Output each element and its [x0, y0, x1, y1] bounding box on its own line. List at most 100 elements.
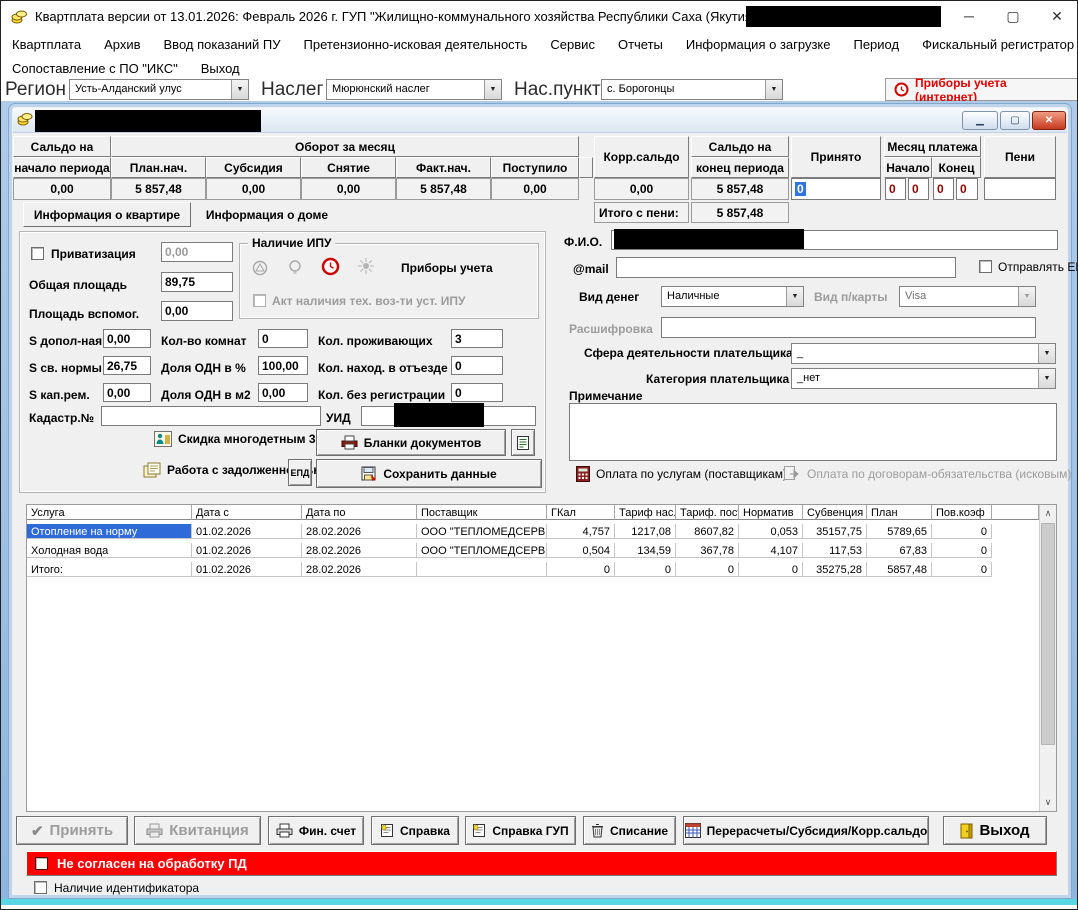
menu-meter-readings[interactable]: Ввод показаний ПУ: [164, 37, 281, 52]
s-caprem-input[interactable]: 0,00: [103, 383, 151, 402]
table-row-total[interactable]: Итого: 01.02.2026 28.02.2026 0 0 0 0 352…: [27, 562, 992, 577]
month-input-1[interactable]: 0: [885, 178, 906, 200]
cell-date-from[interactable]: 01.02.2026: [192, 524, 302, 539]
cell-coef[interactable]: 0: [932, 562, 992, 577]
payer-category-dropdown-icon[interactable]: ▼: [1038, 369, 1055, 388]
cell-gcal[interactable]: 4,757: [547, 524, 615, 539]
col-header-tariff-pop[interactable]: Тариф нас.: [615, 505, 676, 520]
peni-input[interactable]: [984, 178, 1056, 200]
tab-apartment-info[interactable]: Информация о квартире: [23, 202, 191, 227]
month-input-4[interactable]: 0: [956, 178, 978, 200]
menu-reports[interactable]: Отчеты: [618, 37, 663, 52]
discount-link[interactable]: Скидка многодетным 30%: [154, 431, 333, 447]
gauge-clock-icon[interactable]: [321, 257, 340, 276]
cell-tariff-pop[interactable]: 134,59: [615, 543, 676, 558]
document-blanks-button[interactable]: Бланки документов: [316, 429, 506, 456]
privatization-input[interactable]: 0,00: [161, 242, 233, 262]
small-document-button[interactable]: [511, 429, 535, 456]
send-epd-checkbox[interactable]: [979, 260, 992, 273]
table-row[interactable]: Отопление на норму 01.02.2026 28.02.2026…: [27, 524, 992, 539]
region-select[interactable]: Усть-Алданский улус ▼: [69, 79, 249, 100]
spravka-button[interactable]: Справка: [371, 816, 459, 845]
cell-gcal[interactable]: 0: [547, 562, 615, 577]
cell-tariff-sup[interactable]: 0: [676, 562, 739, 577]
scroll-down-icon[interactable]: ∨: [1040, 794, 1056, 811]
settlement-select[interactable]: с. Борогонцы ▼: [601, 79, 783, 100]
child-minimize-button[interactable]: ▁: [962, 111, 998, 130]
total-area-input[interactable]: 89,75: [161, 272, 233, 292]
month-input-3[interactable]: 0: [933, 178, 954, 200]
cell-plan[interactable]: 5857,48: [867, 562, 932, 577]
tab-house-info[interactable]: Информация о доме: [197, 202, 337, 227]
col-header-tariff-sup[interactable]: Тариф. пост: [676, 505, 739, 520]
exit-button[interactable]: Выход: [943, 816, 1047, 845]
cell-date-to[interactable]: 28.02.2026: [302, 543, 417, 558]
cell-supplier[interactable]: [417, 562, 547, 577]
cadastre-input[interactable]: [101, 406, 321, 426]
cell-tariff-pop[interactable]: 1217,08: [615, 524, 676, 539]
col-header-date-from[interactable]: Дата с: [192, 505, 302, 520]
fin-account-button[interactable]: Фин. счет: [268, 816, 364, 845]
col-header-supplier[interactable]: Поставщик: [417, 505, 547, 520]
col-header-normative[interactable]: Норматив: [739, 505, 803, 520]
table-scrollbar[interactable]: ∧ ∨: [1039, 505, 1056, 811]
recalc-button[interactable]: Перерасчеты/Субсидия/Корр.сальдо: [683, 816, 929, 845]
col-header-plan[interactable]: План: [867, 505, 932, 520]
menu-claims[interactable]: Претензионно-исковая деятельность: [304, 37, 528, 52]
residents-input[interactable]: 3: [451, 329, 503, 348]
col-header-service[interactable]: Услуга: [27, 505, 192, 520]
cell-tariff-pop[interactable]: 0: [615, 562, 676, 577]
cell-subvention[interactable]: 35157,75: [803, 524, 867, 539]
minimize-button[interactable]: ─: [947, 1, 991, 31]
rooms-input[interactable]: 0: [258, 329, 308, 348]
accepted-input[interactable]: 0: [791, 178, 881, 200]
aux-area-input[interactable]: 0,00: [161, 301, 233, 321]
s-norm-input[interactable]: 26,75: [103, 356, 151, 375]
menu-fiscal-registrar[interactable]: Фискальный регистратор: [922, 37, 1074, 52]
menu-exit[interactable]: Выход: [201, 61, 240, 76]
privatization-checkbox[interactable]: [31, 247, 44, 260]
payer-sphere-dropdown-icon[interactable]: ▼: [1038, 344, 1055, 363]
cell-date-from[interactable]: 01.02.2026: [192, 562, 302, 577]
scroll-up-icon[interactable]: ∧: [1040, 505, 1056, 522]
cell-date-to[interactable]: 28.02.2026: [302, 524, 417, 539]
cell-plan[interactable]: 5789,65: [867, 524, 932, 539]
noreg-input[interactable]: 0: [451, 383, 503, 402]
away-input[interactable]: 0: [451, 356, 503, 375]
pay-by-services-link[interactable]: Оплата по услугам (поставщикам): [576, 466, 787, 482]
col-header-date-to[interactable]: Дата по: [302, 505, 417, 520]
odn-m2-input[interactable]: 0,00: [258, 383, 308, 402]
settlement-dropdown-icon[interactable]: ▼: [765, 80, 782, 99]
region-dropdown-icon[interactable]: ▼: [231, 80, 248, 99]
identifier-checkbox[interactable]: [34, 881, 47, 894]
cell-normative[interactable]: 0: [739, 562, 803, 577]
odn-percent-input[interactable]: 100,00: [258, 356, 308, 375]
cell-normative[interactable]: 4,107: [739, 543, 803, 558]
col-header-coef[interactable]: Пов.коэф: [932, 505, 992, 520]
child-close-button[interactable]: ✕: [1032, 111, 1066, 130]
money-type-dropdown-icon[interactable]: ▼: [786, 287, 803, 306]
nasleg-dropdown-icon[interactable]: ▼: [484, 80, 501, 99]
internet-meters-button[interactable]: Приборы учета (интернет): [885, 78, 1078, 101]
spravka-gup-button[interactable]: Справка ГУП: [465, 816, 576, 845]
note-textarea[interactable]: [569, 403, 1057, 461]
menu-service[interactable]: Сервис: [550, 37, 595, 52]
mail-input[interactable]: [616, 257, 956, 278]
writeoff-button[interactable]: Списание: [583, 816, 676, 845]
menu-archive[interactable]: Архив: [104, 37, 140, 52]
cell-subvention[interactable]: 35275,28: [803, 562, 867, 577]
menu-kvartplata[interactable]: Квартплата: [12, 37, 81, 52]
month-input-2[interactable]: 0: [908, 178, 929, 200]
cell-date-to[interactable]: 28.02.2026: [302, 562, 417, 577]
menu-iks-compare[interactable]: Сопоставление с ПО "ИКС": [12, 61, 178, 76]
scrollbar-thumb[interactable]: [1041, 523, 1055, 745]
cell-service[interactable]: Итого:: [27, 562, 192, 577]
cell-normative[interactable]: 0,053: [739, 524, 803, 539]
cell-subvention[interactable]: 117,53: [803, 543, 867, 558]
payer-category-select[interactable]: _нет ▼: [791, 368, 1056, 389]
save-data-button[interactable]: Сохранить данные: [316, 459, 542, 488]
cell-date-from[interactable]: 01.02.2026: [192, 543, 302, 558]
maximize-button[interactable]: ▢: [991, 1, 1035, 31]
epd-button[interactable]: ЕПД: [288, 459, 312, 486]
cell-tariff-sup[interactable]: 8607,82: [676, 524, 739, 539]
